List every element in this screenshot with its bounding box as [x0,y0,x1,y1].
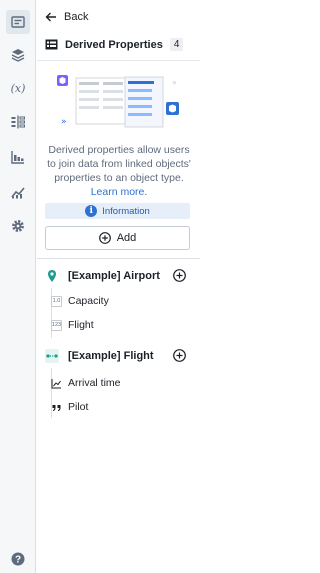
derived-property-icon [45,39,58,50]
property-label: Pilot [68,401,89,413]
timeseries-chart-icon[interactable] [6,145,30,169]
arrow-left-icon [45,12,56,22]
header-divider [37,60,200,61]
group-airport[interactable]: [Example] Airport [45,267,160,285]
properties-panel-icon[interactable] [6,10,30,34]
group-title-airport: [Example] Airport [68,270,160,282]
description: Derived properties allow users to join d… [43,143,195,199]
back-label: Back [64,11,89,23]
property-arrival-time[interactable]: Arrival time [51,374,121,392]
information-callout[interactable]: i Information [45,203,190,219]
route-icon [45,349,59,363]
derived-properties-illustration: » » [57,75,179,128]
group-flight[interactable]: [Example] Flight [45,347,154,365]
panel-header: Derived Properties 4 [45,38,184,51]
svg-text:»: » [172,78,177,87]
back-button[interactable]: Back [45,8,88,26]
group-title-flight: [Example] Flight [68,350,154,362]
layers-icon[interactable] [6,43,30,67]
add-property-flight-icon[interactable] [173,349,186,362]
gear-icon[interactable] [6,214,30,238]
property-pilot[interactable]: Pilot [51,398,88,416]
svg-text:?: ? [15,555,21,566]
property-capacity[interactable]: 1.0 Capacity [51,292,109,310]
variable-icon[interactable]: (x) [6,76,30,100]
info-icon: i [85,205,98,217]
quote-icon [51,402,62,413]
count-badge: 4 [169,38,184,51]
line-chart-icon [51,378,62,389]
learn-more-link[interactable]: Learn more. [91,186,148,198]
trend-chart-icon[interactable] [6,180,30,204]
add-property-airport-icon[interactable] [173,269,186,282]
map-pin-icon [45,269,59,283]
integer-type-icon: 123 [51,319,62,331]
property-label: Arrival time [68,377,121,389]
property-label: Flight [68,319,94,331]
add-label: Add [116,232,137,244]
derived-properties-panel: Back Derived Properties 4 » » Derived pr… [37,0,200,573]
page-title: Derived Properties [65,38,163,51]
information-label: Information [102,205,150,217]
variable-text: (x) [10,81,26,95]
decimal-type-icon: 1.0 [51,295,62,307]
help-icon[interactable]: ? [11,552,25,566]
plus-circle-icon [98,232,111,244]
svg-text:»: » [61,117,67,127]
property-label: Capacity [68,295,109,307]
property-flight[interactable]: 123 Flight [51,316,94,334]
description-text: Derived properties allow users to join d… [47,144,191,184]
icon-rail: (x) ? [0,0,36,573]
split-columns-icon[interactable] [6,110,30,134]
add-button[interactable]: Add [45,226,190,250]
section-divider [37,258,200,259]
